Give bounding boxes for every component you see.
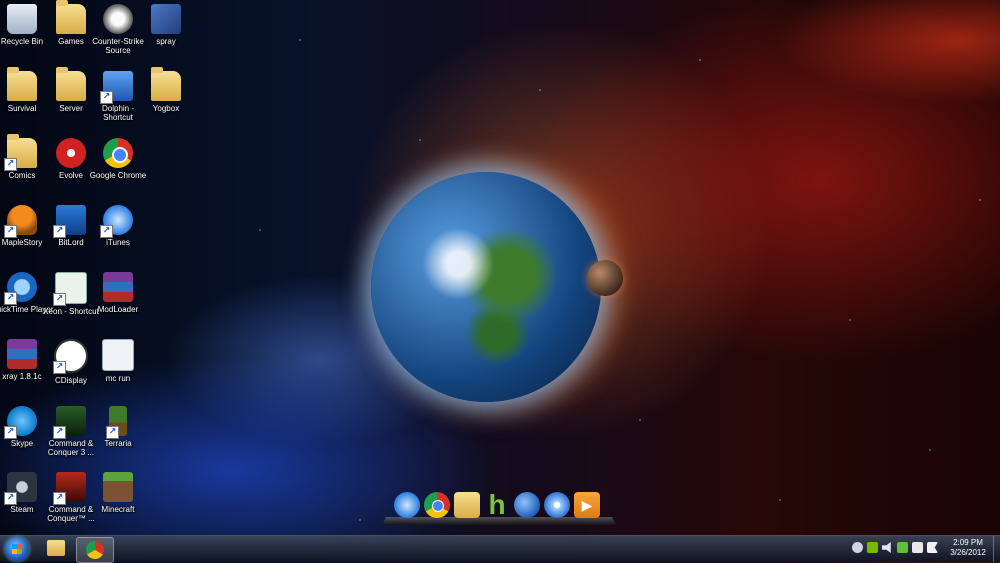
icon-label: Yogbox bbox=[152, 104, 180, 113]
icon-label: Google Chrome bbox=[89, 171, 147, 180]
minecraft-icon bbox=[103, 472, 133, 502]
taskbar-clock[interactable]: 2:09 PM 3/26/2012 bbox=[944, 538, 992, 558]
text-file-icon bbox=[102, 339, 134, 371]
dolphin-icon: ↗ bbox=[100, 71, 133, 104]
icon-label: spray bbox=[156, 37, 176, 46]
folder-icon[interactable] bbox=[454, 492, 480, 518]
skype-icon: ↗ bbox=[4, 406, 37, 439]
media-player-icon[interactable]: ▶ bbox=[574, 492, 600, 518]
disc-burner-icon[interactable] bbox=[544, 492, 570, 518]
earth-icon[interactable] bbox=[514, 492, 540, 518]
app-dock: h ▶ bbox=[382, 490, 616, 530]
taskbar: 2:09 PM 3/26/2012 bbox=[0, 535, 1000, 563]
shortcut-arrow-icon: ↗ bbox=[100, 91, 113, 104]
taskbar-button-explorer[interactable] bbox=[38, 537, 74, 561]
steam-icon: ↗ bbox=[4, 472, 37, 505]
h-app-icon[interactable]: h bbox=[484, 491, 510, 519]
folder-icon bbox=[56, 0, 86, 34]
folder-icon bbox=[151, 67, 181, 101]
nvidia-icon[interactable] bbox=[867, 542, 878, 553]
shortcut-arrow-icon: ↗ bbox=[4, 292, 17, 305]
system-tray bbox=[852, 542, 938, 553]
icon-label: Terraria bbox=[104, 439, 132, 448]
recycle-bin-icon bbox=[7, 4, 37, 34]
winrar-archive-icon bbox=[103, 272, 133, 302]
windows-explorer-icon bbox=[47, 540, 65, 556]
shortcut-arrow-icon: ↗ bbox=[4, 225, 17, 238]
itunes-icon[interactable] bbox=[394, 492, 420, 518]
folder-icon bbox=[7, 67, 37, 101]
windows-start-icon[interactable] bbox=[5, 537, 29, 561]
bitlord-icon: ↗ bbox=[53, 205, 86, 238]
maplestory-icon: ↗ bbox=[4, 205, 37, 238]
network-icon[interactable] bbox=[897, 542, 908, 553]
steam-tray-icon[interactable] bbox=[852, 542, 863, 553]
shortcut-arrow-icon: ↗ bbox=[4, 492, 17, 505]
show-desktop-button[interactable] bbox=[993, 536, 1000, 562]
icon-label: ModLoader bbox=[97, 305, 139, 314]
chrome-icon bbox=[103, 138, 133, 168]
icon-label: mc run bbox=[105, 374, 131, 383]
shortcut-arrow-icon: ↗ bbox=[53, 361, 66, 374]
desktop-icon-yogbox[interactable]: Yogbox bbox=[134, 67, 198, 131]
chrome-icon bbox=[86, 541, 104, 559]
evolve-icon bbox=[56, 138, 86, 168]
desktop-icon-spray[interactable]: spray bbox=[134, 4, 198, 64]
image-file-icon bbox=[151, 4, 181, 34]
counter-strike-icon bbox=[103, 4, 133, 34]
itunes-icon: ↗ bbox=[100, 205, 133, 238]
power-icon[interactable] bbox=[912, 542, 923, 553]
shortcut-arrow-icon: ↗ bbox=[4, 426, 17, 439]
shortcut-arrow-icon: ↗ bbox=[53, 293, 66, 306]
desktop-icon-modloader[interactable]: ModLoader bbox=[86, 272, 150, 332]
wallpaper-moon bbox=[587, 260, 623, 296]
desktop-icon-mc-run[interactable]: mc run bbox=[86, 339, 150, 399]
volume-icon[interactable] bbox=[882, 542, 891, 553]
desktop-icon-minecraft[interactable]: Minecraft bbox=[86, 472, 150, 532]
taskbar-button-chrome[interactable] bbox=[76, 537, 114, 563]
shortcut-arrow-icon: ↗ bbox=[53, 225, 66, 238]
action-center-flag-icon[interactable] bbox=[927, 542, 938, 553]
desktop-icon-itunes[interactable]: ↗ iTunes bbox=[86, 205, 150, 265]
icon-label: iTunes bbox=[106, 238, 130, 247]
shortcut-arrow-icon: ↗ bbox=[4, 158, 17, 171]
command-conquer-icon: ↗ bbox=[53, 472, 86, 505]
shortcut-arrow-icon: ↗ bbox=[100, 225, 113, 238]
shortcut-arrow-icon: ↗ bbox=[53, 426, 66, 439]
xeon-icon: ↗ bbox=[53, 272, 87, 306]
clock-date: 3/26/2012 bbox=[950, 548, 986, 557]
desktop-icon-grid: Recycle Bin Games Counter-Strike Source … bbox=[0, 0, 200, 530]
shortcut-arrow-icon: ↗ bbox=[53, 492, 66, 505]
terraria-icon: ↗ bbox=[106, 406, 127, 439]
folder-icon: ↗ bbox=[4, 134, 37, 171]
shortcut-arrow-icon: ↗ bbox=[106, 426, 119, 439]
clock-time: 2:09 PM bbox=[953, 538, 983, 547]
cdisplay-icon: ↗ bbox=[53, 339, 88, 374]
desktop-icon-terraria[interactable]: ↗ Terraria bbox=[86, 406, 150, 466]
winrar-archive-icon bbox=[7, 339, 37, 369]
desktop-icon-google-chrome[interactable]: Google Chrome bbox=[86, 138, 150, 198]
command-conquer-icon: ↗ bbox=[53, 406, 86, 439]
folder-icon bbox=[56, 67, 86, 101]
wallpaper-earth bbox=[371, 172, 601, 402]
quicktime-icon: ↗ bbox=[4, 272, 37, 305]
chrome-icon[interactable] bbox=[424, 492, 450, 518]
icon-label: Minecraft bbox=[101, 505, 135, 514]
